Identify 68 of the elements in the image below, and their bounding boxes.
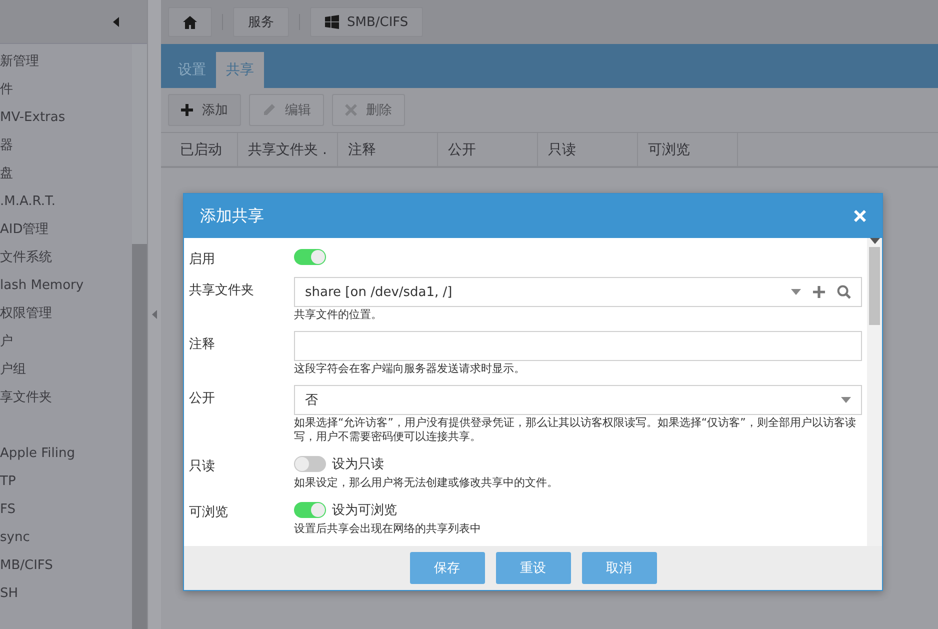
toggle-switch[interactable] bbox=[294, 502, 326, 518]
dropdown-caret-icon bbox=[841, 397, 851, 403]
windows-icon bbox=[325, 15, 339, 29]
sidebar-item[interactable]: SH bbox=[0, 580, 132, 608]
toolbar-button[interactable]: 添加 bbox=[168, 94, 241, 126]
column-header[interactable]: 共享文件夹 . bbox=[238, 133, 338, 166]
sidebar-item[interactable]: 户组 bbox=[0, 356, 132, 384]
sidebar-item[interactable]: 享文件夹 bbox=[0, 384, 132, 412]
breadcrumb-button[interactable] bbox=[168, 7, 212, 37]
sidebar-item[interactable]: sync bbox=[0, 524, 132, 552]
sidebar-item[interactable]: MB/CIFS bbox=[0, 552, 132, 580]
sidebar-item[interactable]: 新管理 bbox=[0, 48, 132, 76]
sidebar-item[interactable]: FS bbox=[0, 496, 132, 524]
tab[interactable]: 设置 bbox=[168, 52, 216, 88]
dialog-button[interactable]: 保存 bbox=[410, 552, 484, 584]
select-field[interactable]: 否 bbox=[294, 385, 862, 415]
sidebar-item[interactable]: Apple Filing bbox=[0, 440, 132, 468]
field-label: 可浏览 bbox=[189, 504, 229, 522]
field-label: 注释 bbox=[189, 336, 216, 354]
close-icon[interactable] bbox=[854, 210, 866, 222]
home-icon bbox=[183, 16, 197, 28]
sidebar-item[interactable]: 权限管理 bbox=[0, 300, 132, 328]
field-label: 公开 bbox=[189, 390, 216, 408]
pencil-icon bbox=[262, 103, 276, 117]
input-field[interactable] bbox=[294, 331, 862, 361]
sidebar-item[interactable]: 文件系统 bbox=[0, 244, 132, 272]
sidebar-item[interactable]: 器 bbox=[0, 132, 132, 160]
dialog-title: 添加共享 bbox=[200, 206, 264, 226]
scrollbar-thumb[interactable] bbox=[869, 247, 880, 325]
field-label: 共享文件夹 bbox=[189, 282, 255, 300]
x-icon bbox=[345, 104, 357, 116]
dialog-button[interactable]: 重设 bbox=[496, 552, 570, 584]
column-header[interactable]: 注释 bbox=[338, 133, 438, 166]
breadcrumb-button[interactable]: SMB/CIFS bbox=[310, 7, 424, 37]
field-hint: 这段字符会在客户端向服务器发送请求时显示。 bbox=[294, 362, 526, 376]
sidebar-item[interactable]: 盘 bbox=[0, 160, 132, 188]
dropdown-caret-icon bbox=[791, 289, 801, 295]
field-hint: 如果设定，那么用户将无法创建或修改共享中的文件。 bbox=[294, 476, 559, 490]
select-value: share [on /dev/sda1, /] bbox=[305, 284, 454, 300]
sidebar-item[interactable]: lash Memory bbox=[0, 272, 132, 300]
field-label: 只读 bbox=[189, 458, 216, 476]
search-icon[interactable] bbox=[837, 285, 851, 299]
dialog-button[interactable]: 取消 bbox=[582, 552, 656, 584]
sidebar-item[interactable]: 户 bbox=[0, 328, 132, 356]
field-label: 启用 bbox=[189, 251, 216, 268]
breadcrumb-button[interactable]: 服务 bbox=[233, 7, 289, 37]
sidebar-item[interactable]: AID管理 bbox=[0, 216, 132, 244]
toggle-switch[interactable] bbox=[294, 249, 326, 265]
collapse-arrow-icon[interactable] bbox=[113, 16, 119, 26]
toggle-switch[interactable] bbox=[294, 456, 326, 472]
column-header[interactable]: 公开 bbox=[438, 133, 538, 166]
sidebar-item[interactable]: MV-Extras bbox=[0, 104, 132, 132]
toggle-label: 设为可浏览 bbox=[332, 502, 397, 519]
sidebar-item[interactable]: TP bbox=[0, 468, 132, 496]
field-hint: 如果选择“允许访客”，用户没有提供登录凭证，那么让其以访客权限读写。如果选择“仅访客”，则全部用户以访客读写，用户不需要密码便可以连接共享。 bbox=[294, 416, 857, 444]
column-header[interactable]: 可浏览 bbox=[638, 133, 738, 166]
scrollbar-thumb[interactable] bbox=[132, 244, 147, 629]
sidebar-item[interactable]: 件 bbox=[0, 76, 132, 104]
plus-icon bbox=[181, 104, 193, 116]
column-header[interactable]: 已启动 bbox=[161, 133, 238, 166]
field-hint: 共享文件的位置。 bbox=[294, 308, 383, 322]
select-value: 否 bbox=[305, 392, 319, 409]
field-hint: 设置后共享会出现在网络的共享列表中 bbox=[294, 522, 482, 536]
column-header[interactable]: 只读 bbox=[538, 133, 638, 166]
select-field[interactable]: share [on /dev/sda1, /] bbox=[294, 277, 862, 307]
plus-icon[interactable] bbox=[813, 286, 825, 298]
toggle-label: 设为只读 bbox=[332, 456, 384, 473]
sidebar-item[interactable]: .M.A.R.T. bbox=[0, 188, 132, 216]
